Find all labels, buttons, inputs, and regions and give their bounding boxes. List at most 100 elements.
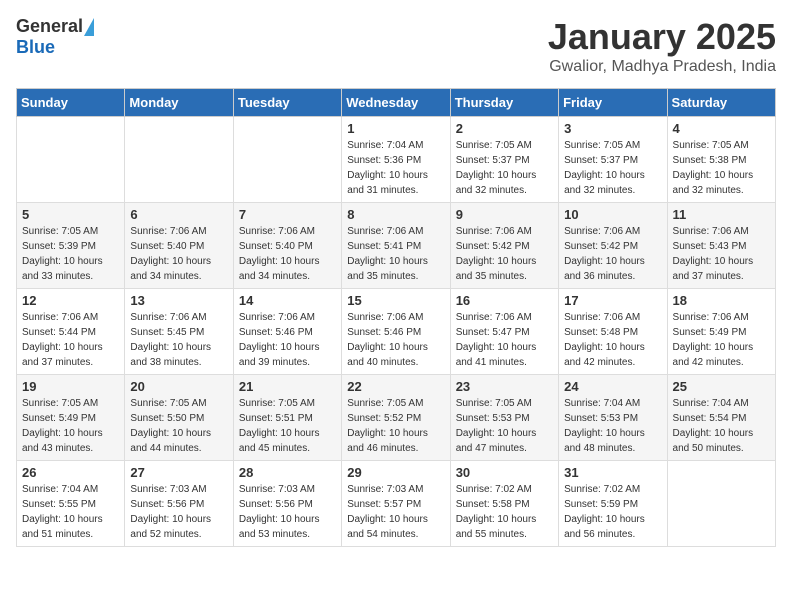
weekday-header-saturday: Saturday xyxy=(667,89,775,117)
day-number: 29 xyxy=(347,465,444,480)
day-number: 22 xyxy=(347,379,444,394)
day-info: Sunrise: 7:06 AMSunset: 5:49 PMDaylight:… xyxy=(673,310,770,370)
day-number: 26 xyxy=(22,465,119,480)
calendar-cell: 18Sunrise: 7:06 AMSunset: 5:49 PMDayligh… xyxy=(667,289,775,375)
calendar-week-row: 12 Sunrise: 7:06 AMSunset: 5:44 PMDayligh… xyxy=(17,289,776,375)
day-info: Sunrise: 7:05 AMSunset: 5:38 PMDaylight:… xyxy=(673,138,770,198)
day-info: Sunrise: 7:06 AMSunset: 5:46 PMDaylight:… xyxy=(239,310,336,370)
day-info: Sunrise: 7:03 AMSunset: 5:57 PMDaylight:… xyxy=(347,482,444,542)
day-info: Sunrise: 7:04 AMSunset: 5:53 PMDaylight:… xyxy=(564,396,661,456)
day-info: Sunrise: 7:04 AMSunset: 5:54 PMDaylight:… xyxy=(673,396,770,456)
calendar-week-row: 5 Sunrise: 7:05 AMSunset: 5:39 PMDaylight… xyxy=(17,203,776,289)
weekday-header-sunday: Sunday xyxy=(17,89,125,117)
calendar-cell xyxy=(667,461,775,547)
day-info: Sunrise: 7:06 AMSunset: 5:42 PMDaylight:… xyxy=(564,224,661,284)
calendar-cell: 5 Sunrise: 7:05 AMSunset: 5:39 PMDaylight… xyxy=(17,203,125,289)
calendar-cell: 15 Sunrise: 7:06 AMSunset: 5:46 PMDayligh… xyxy=(342,289,450,375)
calendar-cell: 13 Sunrise: 7:06 AMSunset: 5:45 PMDayligh… xyxy=(125,289,233,375)
day-info: Sunrise: 7:05 AMSunset: 5:39 PMDaylight:… xyxy=(22,224,119,284)
weekday-header-friday: Friday xyxy=(559,89,667,117)
day-info: Sunrise: 7:05 AMSunset: 5:52 PMDaylight:… xyxy=(347,396,444,456)
day-info: Sunrise: 7:06 AMSunset: 5:42 PMDaylight:… xyxy=(456,224,553,284)
day-info: Sunrise: 7:02 AMSunset: 5:58 PMDaylight:… xyxy=(456,482,553,542)
calendar-cell: 14Sunrise: 7:06 AMSunset: 5:46 PMDayligh… xyxy=(233,289,341,375)
day-number: 23 xyxy=(456,379,553,394)
day-number: 7 xyxy=(239,207,336,222)
weekday-header-thursday: Thursday xyxy=(450,89,558,117)
calendar-cell: 1 Sunrise: 7:04 AMSunset: 5:36 PMDaylight… xyxy=(342,117,450,203)
calendar-cell: 25 Sunrise: 7:04 AMSunset: 5:54 PMDayligh… xyxy=(667,375,775,461)
logo-triangle-icon xyxy=(84,18,94,36)
day-info: Sunrise: 7:06 AMSunset: 5:45 PMDaylight:… xyxy=(130,310,227,370)
logo: General Blue xyxy=(16,16,94,58)
calendar-cell: 7 Sunrise: 7:06 AMSunset: 5:40 PMDaylight… xyxy=(233,203,341,289)
calendar-cell: 9 Sunrise: 7:06 AMSunset: 5:42 PMDaylight… xyxy=(450,203,558,289)
day-number: 17 xyxy=(564,293,661,308)
calendar-cell: 21Sunrise: 7:05 AMSunset: 5:51 PMDayligh… xyxy=(233,375,341,461)
calendar-cell: 16Sunrise: 7:06 AMSunset: 5:47 PMDayligh… xyxy=(450,289,558,375)
day-number: 8 xyxy=(347,207,444,222)
day-info: Sunrise: 7:05 AMSunset: 5:53 PMDaylight:… xyxy=(456,396,553,456)
calendar-cell: 31 Sunrise: 7:02 AMSunset: 5:59 PMDayligh… xyxy=(559,461,667,547)
calendar-cell: 26 Sunrise: 7:04 AMSunset: 5:55 PMDayligh… xyxy=(17,461,125,547)
weekday-header-wednesday: Wednesday xyxy=(342,89,450,117)
day-number: 19 xyxy=(22,379,119,394)
calendar-cell: 30 Sunrise: 7:02 AMSunset: 5:58 PMDayligh… xyxy=(450,461,558,547)
calendar-table: SundayMondayTuesdayWednesdayThursdayFrid… xyxy=(16,88,776,547)
calendar-subtitle: Gwalior, Madhya Pradesh, India xyxy=(548,58,776,76)
day-info: Sunrise: 7:03 AMSunset: 5:56 PMDaylight:… xyxy=(239,482,336,542)
day-number: 5 xyxy=(22,207,119,222)
calendar-week-row: 26 Sunrise: 7:04 AMSunset: 5:55 PMDayligh… xyxy=(17,461,776,547)
calendar-cell: 27 Sunrise: 7:03 AMSunset: 5:56 PMDayligh… xyxy=(125,461,233,547)
day-info: Sunrise: 7:06 AMSunset: 5:46 PMDaylight:… xyxy=(347,310,444,370)
day-info: Sunrise: 7:06 AMSunset: 5:43 PMDaylight:… xyxy=(673,224,770,284)
calendar-cell: 8 Sunrise: 7:06 AMSunset: 5:41 PMDaylight… xyxy=(342,203,450,289)
day-info: Sunrise: 7:06 AMSunset: 5:48 PMDaylight:… xyxy=(564,310,661,370)
day-number: 31 xyxy=(564,465,661,480)
day-info: Sunrise: 7:04 AMSunset: 5:36 PMDaylight:… xyxy=(347,138,444,198)
day-info: Sunrise: 7:03 AMSunset: 5:56 PMDaylight:… xyxy=(130,482,227,542)
calendar-cell: 20 Sunrise: 7:05 AMSunset: 5:50 PMDayligh… xyxy=(125,375,233,461)
day-number: 3 xyxy=(564,121,661,136)
day-number: 12 xyxy=(22,293,119,308)
day-info: Sunrise: 7:06 AMSunset: 5:41 PMDaylight:… xyxy=(347,224,444,284)
day-info: Sunrise: 7:06 AMSunset: 5:47 PMDaylight:… xyxy=(456,310,553,370)
calendar-cell: 24Sunrise: 7:04 AMSunset: 5:53 PMDayligh… xyxy=(559,375,667,461)
weekday-header-row: SundayMondayTuesdayWednesdayThursdayFrid… xyxy=(17,89,776,117)
title-block: January 2025 Gwalior, Madhya Pradesh, In… xyxy=(548,16,776,76)
calendar-title: January 2025 xyxy=(548,16,776,58)
calendar-cell: 2Sunrise: 7:05 AMSunset: 5:37 PMDaylight… xyxy=(450,117,558,203)
calendar-cell: 4Sunrise: 7:05 AMSunset: 5:38 PMDaylight… xyxy=(667,117,775,203)
day-info: Sunrise: 7:04 AMSunset: 5:55 PMDaylight:… xyxy=(22,482,119,542)
calendar-week-row: 1 Sunrise: 7:04 AMSunset: 5:36 PMDaylight… xyxy=(17,117,776,203)
day-number: 25 xyxy=(673,379,770,394)
logo-blue: Blue xyxy=(16,37,55,58)
day-number: 1 xyxy=(347,121,444,136)
day-info: Sunrise: 7:06 AMSunset: 5:44 PMDaylight:… xyxy=(22,310,119,370)
day-info: Sunrise: 7:06 AMSunset: 5:40 PMDaylight:… xyxy=(239,224,336,284)
day-number: 20 xyxy=(130,379,227,394)
page-header: General Blue January 2025 Gwalior, Madhy… xyxy=(16,16,776,76)
calendar-cell: 12 Sunrise: 7:06 AMSunset: 5:44 PMDayligh… xyxy=(17,289,125,375)
logo-general: General xyxy=(16,16,83,37)
day-info: Sunrise: 7:05 AMSunset: 5:37 PMDaylight:… xyxy=(564,138,661,198)
calendar-cell: 23 Sunrise: 7:05 AMSunset: 5:53 PMDayligh… xyxy=(450,375,558,461)
day-number: 28 xyxy=(239,465,336,480)
day-info: Sunrise: 7:05 AMSunset: 5:50 PMDaylight:… xyxy=(130,396,227,456)
calendar-cell: 17 Sunrise: 7:06 AMSunset: 5:48 PMDayligh… xyxy=(559,289,667,375)
calendar-cell: 29 Sunrise: 7:03 AMSunset: 5:57 PMDayligh… xyxy=(342,461,450,547)
day-number: 15 xyxy=(347,293,444,308)
day-number: 27 xyxy=(130,465,227,480)
day-number: 13 xyxy=(130,293,227,308)
day-number: 30 xyxy=(456,465,553,480)
day-number: 10 xyxy=(564,207,661,222)
calendar-cell: 28 Sunrise: 7:03 AMSunset: 5:56 PMDayligh… xyxy=(233,461,341,547)
day-number: 9 xyxy=(456,207,553,222)
weekday-header-tuesday: Tuesday xyxy=(233,89,341,117)
calendar-cell: 3 Sunrise: 7:05 AMSunset: 5:37 PMDaylight… xyxy=(559,117,667,203)
calendar-cell xyxy=(233,117,341,203)
day-info: Sunrise: 7:02 AMSunset: 5:59 PMDaylight:… xyxy=(564,482,661,542)
calendar-cell xyxy=(17,117,125,203)
day-info: Sunrise: 7:05 AMSunset: 5:49 PMDaylight:… xyxy=(22,396,119,456)
day-number: 2 xyxy=(456,121,553,136)
